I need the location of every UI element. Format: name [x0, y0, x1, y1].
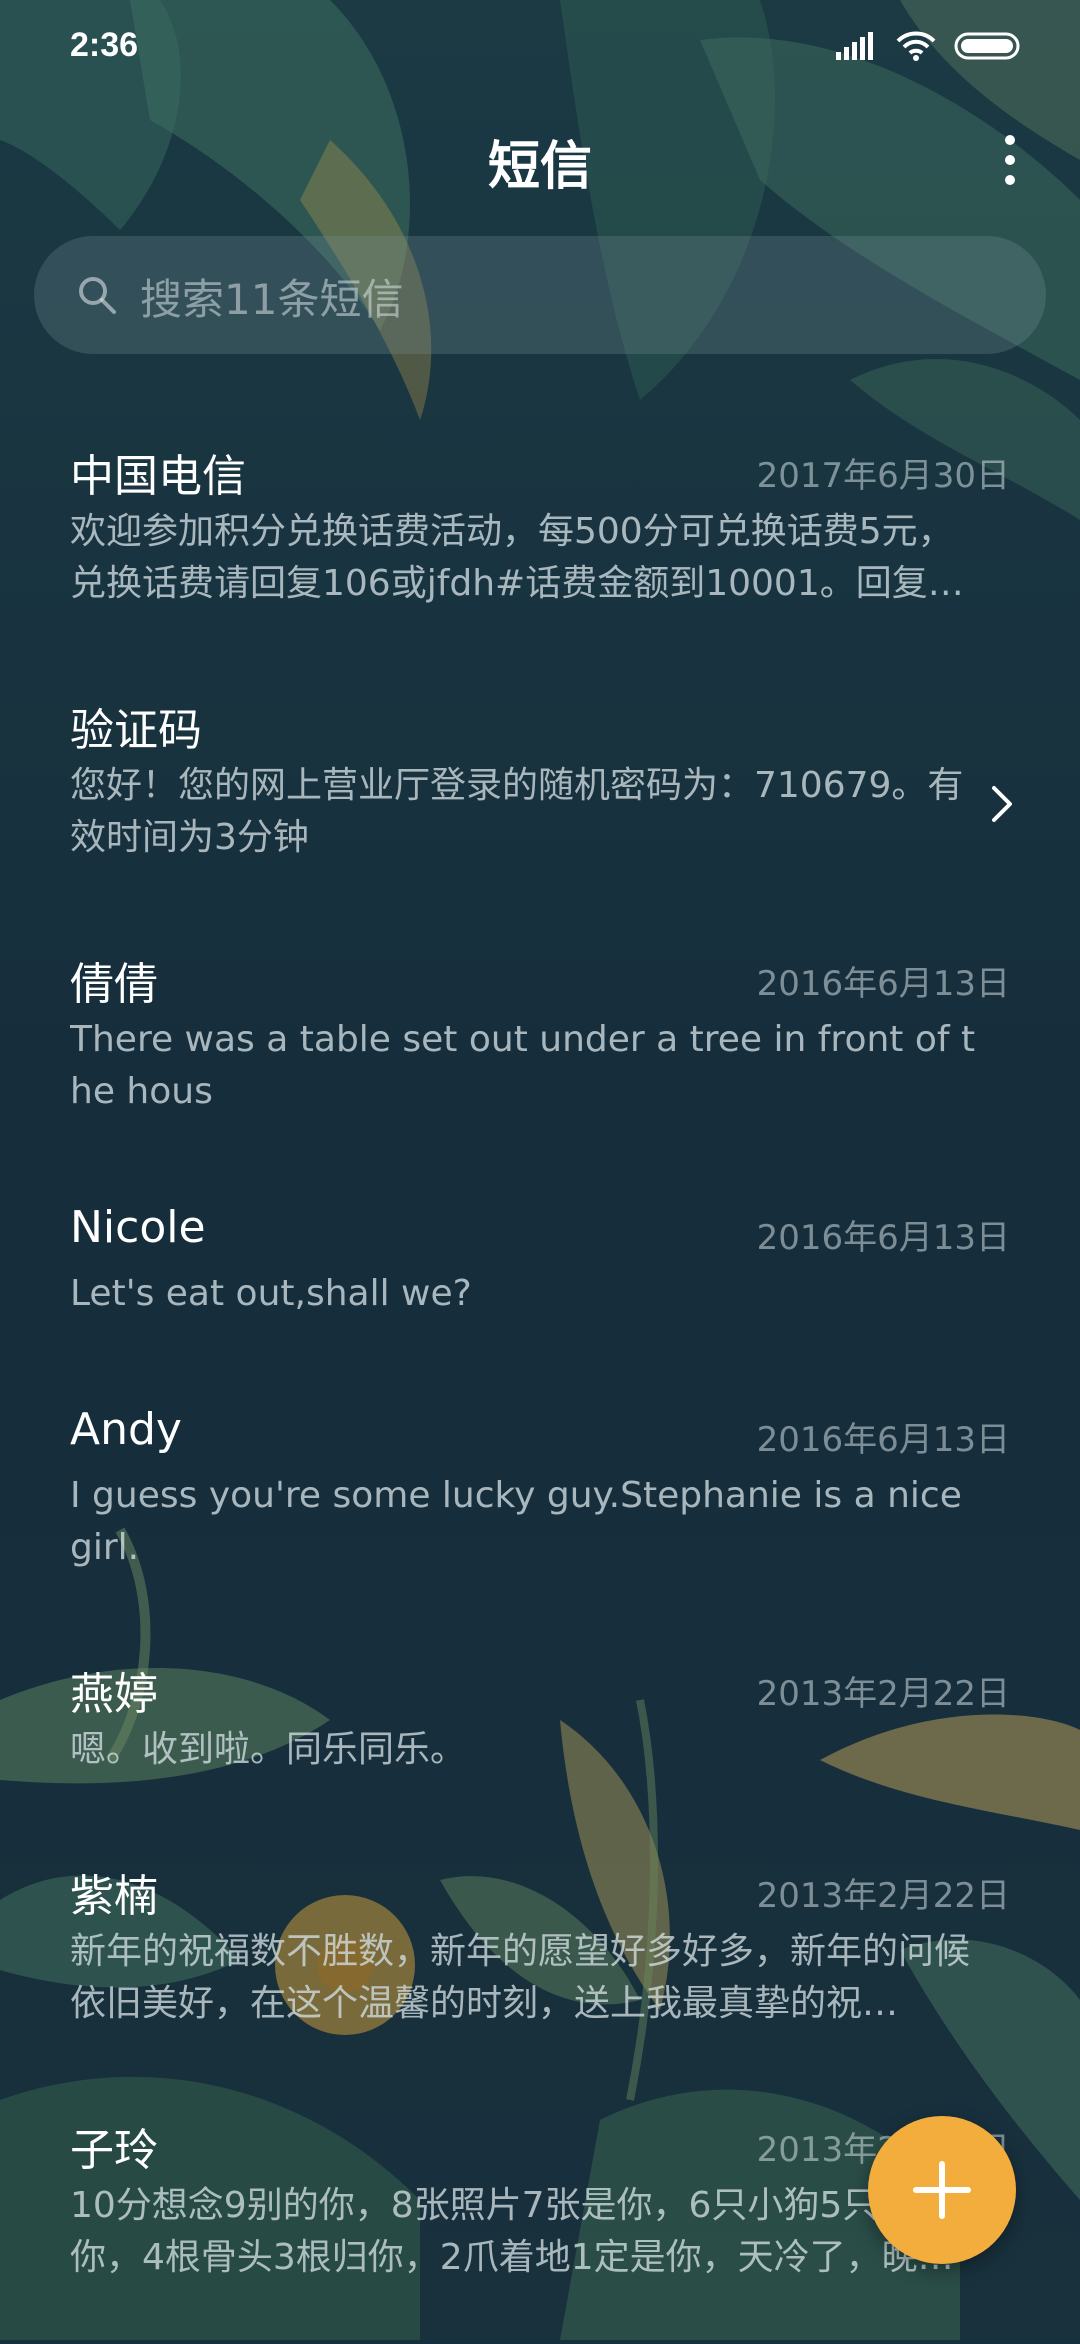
plus-icon	[913, 2161, 971, 2219]
conversation-item[interactable]: 倩倩 2016年6月13日 There was a table set out …	[0, 948, 1080, 1178]
contact-name: 验证码	[70, 705, 202, 756]
wifi-icon	[896, 31, 936, 65]
message-preview: Let's eat out,shall we?	[70, 1273, 472, 1314]
chevron-right-icon	[992, 786, 1012, 822]
contact-name: 中国电信	[70, 451, 246, 502]
conversation-item[interactable]: 燕婷 2013年2月22日 嗯。收到啦。同乐同乐。	[0, 1658, 1080, 1888]
conversation-item[interactable]: 验证码 您好！您的网上营业厅登录的随机密码为：710679。有效时间为3分钟	[0, 694, 1080, 924]
contact-name: Nicole	[70, 1202, 206, 1253]
signal-icon	[836, 32, 878, 64]
message-date: 2013年2月22日	[756, 1674, 1010, 1714]
message-preview: 10分想念9别的你，8张照片7张是你，6只小狗5只像你，4根骨头3根归你，2爪着…	[70, 2185, 954, 2278]
search-bar[interactable]: 搜索11条短信	[34, 236, 1046, 354]
message-date: 2016年6月13日	[756, 1420, 1010, 1460]
message-preview: 嗯。收到啦。同乐同乐。	[70, 1729, 467, 1770]
contact-name: 子玲	[70, 2125, 158, 2176]
message-date: 2016年6月13日	[756, 964, 1010, 1004]
message-date: 2017年6月30日	[756, 456, 1010, 496]
contact-name: Andy	[70, 1404, 182, 1455]
conversation-item[interactable]: 中国电信 2017年6月30日 欢迎参加积分兑换话费活动，每500分可兑换话费5…	[0, 440, 1080, 670]
message-preview: 欢迎参加积分兑换话费活动，每500分可兑换话费5元，兑换话费请回复106或jfd…	[70, 511, 964, 604]
status-icons	[836, 28, 1024, 68]
message-preview: I guess you're some lucky guy.Stephanie …	[70, 1475, 962, 1568]
message-date: 2013年2月22日	[756, 1876, 1010, 1916]
more-options-button[interactable]	[980, 124, 1040, 196]
conversation-item[interactable]: Andy 2016年6月13日 I guess you're some luck…	[0, 1404, 1080, 1634]
status-bar: 2:36	[0, 0, 1080, 96]
message-preview: There was a table set out under a tree i…	[70, 1019, 976, 1112]
app-header: 短信	[0, 110, 1080, 210]
page-title: 短信	[487, 137, 592, 197]
contact-name: 燕婷	[70, 1669, 158, 1720]
status-time: 2:36	[70, 26, 139, 64]
search-input[interactable]: 搜索11条短信	[140, 266, 403, 327]
battery-icon	[954, 31, 1024, 65]
new-message-button[interactable]	[868, 2116, 1016, 2264]
search-icon	[79, 277, 116, 314]
more-vertical-icon	[1005, 135, 1015, 185]
conversation-item[interactable]: 紫楠 2013年2月22日 新年的祝福数不胜数，新年的愿望好多好多，新年的问候依…	[0, 1860, 1080, 2090]
conversation-item[interactable]: Nicole 2016年6月13日 Let's eat out,shall we…	[0, 1202, 1080, 1432]
contact-name: 紫楠	[70, 1871, 158, 1922]
message-date: 2016年6月13日	[756, 1218, 1010, 1258]
contact-name: 倩倩	[70, 959, 158, 1010]
message-preview: 您好！您的网上营业厅登录的随机密码为：710679。有效时间为3分钟	[70, 765, 964, 858]
message-preview: 新年的祝福数不胜数，新年的愿望好多好多，新年的问候依旧美好，在这个温馨的时刻，送…	[70, 1931, 971, 2024]
